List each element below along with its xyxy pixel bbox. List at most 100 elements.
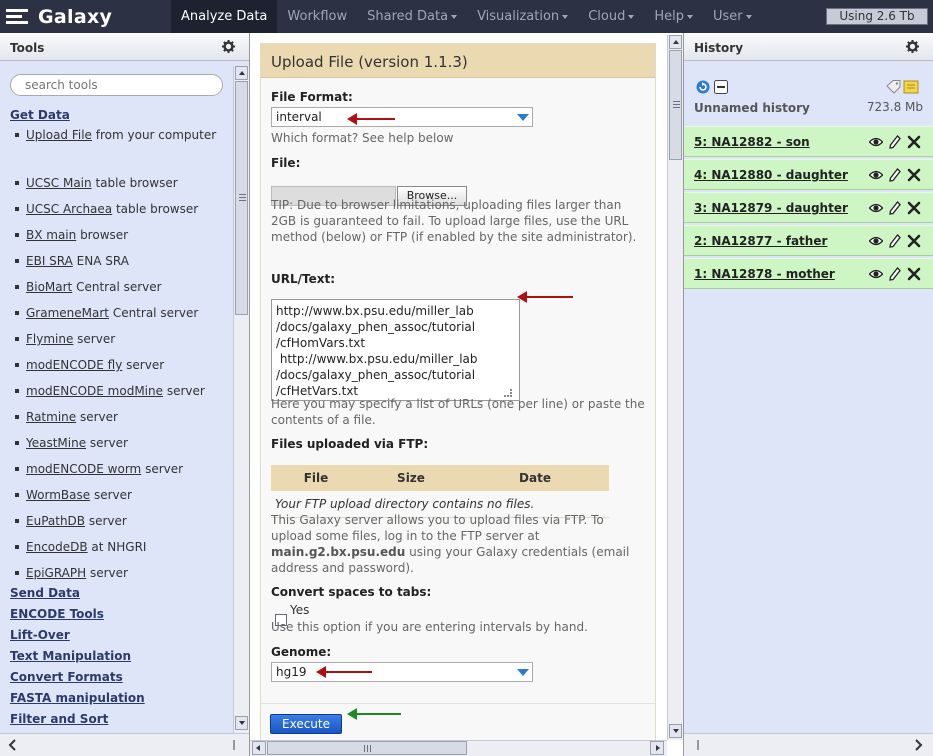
delete-icon[interactable] bbox=[907, 135, 921, 149]
tools-vertical-scrollbar[interactable] bbox=[233, 66, 249, 733]
scroll-thumb[interactable] bbox=[267, 741, 467, 755]
center-horizontal-scrollbar[interactable] bbox=[250, 740, 667, 756]
scroll-down-button[interactable] bbox=[235, 716, 248, 730]
dataset-row[interactable]: 1: NA12878 - mother bbox=[684, 258, 933, 289]
delete-icon[interactable] bbox=[907, 267, 921, 281]
section-fasta-manipulation[interactable]: FASTA manipulation bbox=[10, 691, 145, 705]
chevron-left-icon[interactable] bbox=[8, 739, 16, 751]
convert-spaces-option[interactable]: Yes bbox=[290, 603, 309, 617]
delete-icon[interactable] bbox=[907, 234, 921, 248]
eye-icon[interactable] bbox=[869, 234, 883, 248]
refresh-icon[interactable] bbox=[696, 80, 710, 94]
pencil-icon[interactable] bbox=[888, 168, 902, 182]
tool-link[interactable]: modENCODE fly bbox=[26, 358, 122, 372]
tool-link[interactable]: BioMart bbox=[26, 280, 72, 294]
url-help: Here you may specify a list of URLs (one… bbox=[271, 397, 645, 427]
file-format-select[interactable]: interval bbox=[271, 107, 533, 127]
nav-tab-analyze-data[interactable]: Analyze Data bbox=[171, 0, 278, 33]
dataset-title[interactable]: 4: NA12880 - daughter bbox=[694, 168, 848, 182]
history-name[interactable]: Unnamed history bbox=[694, 101, 810, 115]
nav-tab-cloud[interactable]: Cloud bbox=[578, 0, 644, 33]
tool-link[interactable]: YeastMine bbox=[26, 436, 86, 450]
section-get-data[interactable]: Get Data bbox=[10, 108, 70, 122]
center-vertical-scrollbar[interactable] bbox=[667, 35, 683, 740]
tool-link[interactable]: Upload File bbox=[26, 128, 92, 142]
tag-icon[interactable] bbox=[886, 80, 902, 94]
eye-icon[interactable] bbox=[869, 267, 883, 281]
tool-item: Upload File from your computer bbox=[15, 127, 226, 143]
annotation-note-icon[interactable] bbox=[903, 80, 919, 94]
dataset-title[interactable]: 5: NA12882 - son bbox=[694, 135, 810, 149]
tool-description: server bbox=[163, 384, 205, 398]
delete-icon[interactable] bbox=[907, 168, 921, 182]
tool-link[interactable]: GrameneMart bbox=[26, 306, 109, 320]
scroll-up-button[interactable] bbox=[235, 66, 248, 80]
dataset-actions bbox=[869, 135, 923, 149]
execute-button[interactable]: Execute bbox=[270, 714, 342, 734]
tool-link[interactable]: EBI SRA bbox=[26, 254, 73, 268]
nav-tab-visualization[interactable]: Visualization bbox=[467, 0, 578, 33]
pencil-icon[interactable] bbox=[888, 135, 902, 149]
dataset-title[interactable]: 2: NA12877 - father bbox=[694, 234, 827, 248]
tool-description: server bbox=[76, 410, 118, 424]
tool-description: at NHGRI bbox=[87, 540, 147, 554]
ftp-col-date: Date bbox=[461, 465, 609, 491]
tools-panel: Tools Get Data Upload File from your com… bbox=[0, 33, 250, 756]
pencil-icon[interactable] bbox=[888, 201, 902, 215]
dataset-row[interactable]: 3: NA12879 - daughter bbox=[684, 192, 933, 223]
tool-link[interactable]: EncodeDB bbox=[26, 540, 88, 554]
section-text-manipulation[interactable]: Text Manipulation bbox=[10, 649, 131, 663]
tool-link[interactable]: WormBase bbox=[26, 488, 90, 502]
dataset-actions bbox=[869, 201, 923, 215]
delete-icon[interactable] bbox=[907, 201, 921, 215]
nav-tab-workflow[interactable]: Workflow bbox=[277, 0, 357, 33]
nav-tab-user[interactable]: User bbox=[703, 0, 762, 33]
pencil-icon[interactable] bbox=[888, 234, 902, 248]
eye-icon[interactable] bbox=[869, 168, 883, 182]
scroll-left-button[interactable] bbox=[252, 741, 266, 755]
section-send-data[interactable]: Send Data bbox=[10, 586, 80, 600]
scroll-down-button[interactable] bbox=[669, 724, 682, 738]
tool-item: modENCODE worm server bbox=[15, 461, 226, 477]
chevron-right-icon[interactable] bbox=[915, 739, 923, 751]
tool-link[interactable]: Ratmine bbox=[26, 410, 76, 424]
tool-link[interactable]: EuPathDB bbox=[26, 514, 85, 528]
tool-link[interactable]: modENCODE modMine bbox=[26, 384, 163, 398]
gear-icon[interactable] bbox=[222, 40, 235, 53]
scroll-thumb[interactable] bbox=[235, 81, 248, 315]
eye-icon[interactable] bbox=[869, 135, 883, 149]
dataset-title[interactable]: 3: NA12879 - daughter bbox=[694, 201, 848, 215]
tool-link[interactable]: UCSC Main bbox=[26, 176, 92, 190]
dataset-row[interactable]: 4: NA12880 - daughter bbox=[684, 159, 933, 190]
url-textarea[interactable]: http://www.bx.psu.edu/miller_lab /docs/g… bbox=[271, 299, 520, 401]
section-encode-tools[interactable]: ENCODE Tools bbox=[10, 607, 104, 621]
tool-link[interactable]: modENCODE worm bbox=[26, 462, 141, 476]
dataset-row[interactable]: 5: NA12882 - son bbox=[684, 126, 933, 157]
tool-link[interactable]: EpiGRAPH bbox=[26, 566, 86, 580]
search-tools-input[interactable] bbox=[10, 74, 223, 96]
galaxy-logo[interactable]: Galaxy bbox=[6, 4, 112, 30]
scroll-thumb[interactable] bbox=[669, 50, 682, 160]
dataset-row[interactable]: 2: NA12877 - father bbox=[684, 225, 933, 256]
tool-item: UCSC Archaea table browser bbox=[15, 201, 226, 217]
section-lift-over[interactable]: Lift-Over bbox=[10, 628, 70, 642]
ftp-col-size: Size bbox=[361, 465, 461, 491]
nav-tab-help[interactable]: Help bbox=[644, 0, 703, 33]
tool-description: server bbox=[86, 436, 128, 450]
pencil-icon[interactable] bbox=[888, 267, 902, 281]
tool-link[interactable]: BX main bbox=[26, 228, 76, 242]
tool-link[interactable]: UCSC Archaea bbox=[26, 202, 112, 216]
collapse-icon[interactable] bbox=[714, 80, 728, 94]
section-convert-formats[interactable]: Convert Formats bbox=[10, 670, 123, 684]
dataset-title[interactable]: 1: NA12878 - mother bbox=[694, 267, 835, 281]
section-filter-and-sort[interactable]: Filter and Sort bbox=[10, 712, 108, 726]
tool-item: modENCODE fly server bbox=[15, 357, 226, 373]
chevron-down-icon bbox=[517, 114, 529, 121]
scroll-right-button[interactable] bbox=[650, 741, 664, 755]
tool-link[interactable]: Flymine bbox=[26, 332, 73, 346]
nav-tab-shared-data[interactable]: Shared Data bbox=[357, 0, 467, 33]
gear-icon[interactable] bbox=[906, 40, 919, 53]
eye-icon[interactable] bbox=[869, 201, 883, 215]
scroll-up-button[interactable] bbox=[669, 35, 682, 49]
genome-select[interactable]: hg19 bbox=[271, 662, 533, 682]
